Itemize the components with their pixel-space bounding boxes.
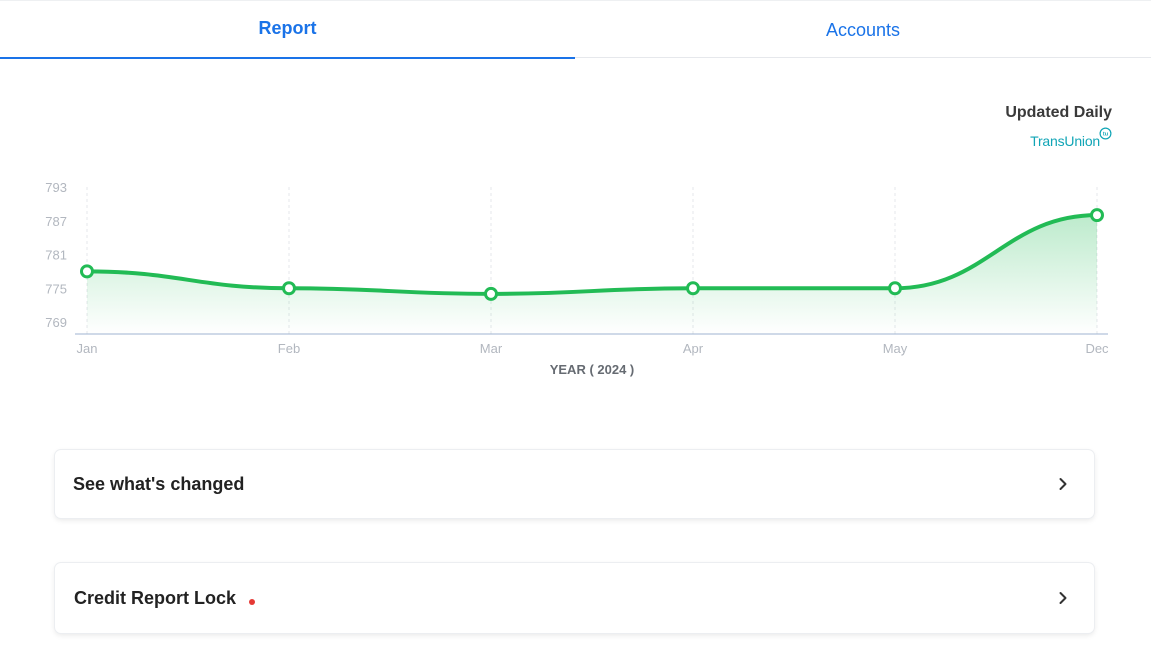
- tab-bar: Report Accounts: [0, 0, 1151, 59]
- score-area: [87, 215, 1097, 334]
- y-tick-label: 775: [45, 281, 67, 296]
- y-tick-label: 781: [45, 248, 67, 263]
- x-tick-label: Dec: [1085, 341, 1109, 356]
- chevron-right-icon: [1059, 592, 1067, 604]
- x-tick-label: Jan: [77, 341, 98, 356]
- see-whats-changed-card[interactable]: See what's changed: [55, 450, 1094, 518]
- tab-accounts-label: Accounts: [825, 20, 901, 40]
- credit-score-chart: 793 787 781 775 769 Jan Feb Mar Apr May Dec YEAR …: [45, 180, 1109, 377]
- data-point: [282, 281, 296, 296]
- transunion-logo-icon: tu: [1099, 127, 1112, 140]
- active-tab-indicator: [0, 57, 575, 59]
- x-tick-label: Feb: [278, 341, 300, 356]
- y-tick-label: 793: [45, 180, 67, 195]
- alert-dot: [249, 598, 256, 605]
- tab-accounts[interactable]: Accounts: [575, 1, 1151, 58]
- tab-report[interactable]: Report: [0, 1, 575, 59]
- bureau-name: TransUnion: [1030, 133, 1100, 149]
- y-tick-label: 769: [45, 315, 67, 330]
- x-tick-label: Apr: [683, 341, 704, 356]
- transunion-logo: TransUnion tu: [1030, 127, 1112, 149]
- data-point: [888, 281, 902, 296]
- data-point: [686, 281, 700, 296]
- update-frequency-label: Updated Daily: [1005, 104, 1112, 121]
- data-point: [80, 264, 94, 279]
- credit-report-lock-card[interactable]: Credit Report Lock: [55, 563, 1094, 633]
- see-whats-changed-label: See what's changed: [73, 473, 245, 494]
- x-tick-label: Mar: [480, 341, 503, 356]
- data-point: [1090, 208, 1104, 223]
- svg-text:tu: tu: [1103, 132, 1109, 138]
- data-point: [484, 286, 498, 301]
- x-tick-label: May: [883, 341, 908, 356]
- y-tick-label: 787: [45, 214, 67, 229]
- tab-report-label: Report: [258, 18, 317, 38]
- credit-report-lock-label: Credit Report Lock: [74, 587, 237, 608]
- chevron-right-icon: [1059, 478, 1067, 490]
- x-axis-title: YEAR ( 2024 ): [550, 362, 635, 377]
